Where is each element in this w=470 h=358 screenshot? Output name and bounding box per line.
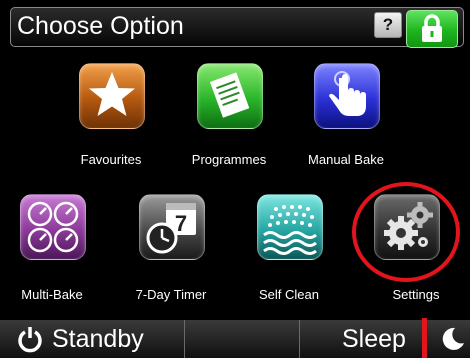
favourites-button[interactable]: [79, 63, 145, 129]
manual-bake-button[interactable]: [314, 63, 380, 129]
star-icon: [89, 72, 135, 116]
multi-bake-button[interactable]: [20, 194, 86, 260]
sleep-label: Sleep: [342, 325, 406, 353]
self-clean-label: Self Clean: [259, 287, 319, 302]
self-clean-button[interactable]: [257, 194, 323, 260]
calendar-digit: 7: [175, 211, 187, 236]
highlight-pointer-line: [422, 318, 427, 358]
standby-label: Standby: [52, 325, 144, 353]
programmes-label: Programmes: [191, 152, 267, 167]
manual-bake-label: Manual Bake: [308, 152, 384, 167]
multi-bake-label: Multi-Bake: [21, 287, 83, 302]
bottom-bar-blank-segment: [185, 320, 300, 358]
seven-day-timer-label: 7-Day Timer: [135, 287, 207, 302]
hand-pointer-icon: [329, 71, 366, 116]
lock-button[interactable]: [406, 10, 458, 48]
document-icon: [210, 72, 250, 118]
power-icon: [18, 327, 42, 353]
sleep-button[interactable]: Sleep: [300, 320, 470, 358]
help-button[interactable]: ?: [374, 12, 402, 38]
bottom-bar: Standby Sleep: [0, 320, 470, 358]
moon-icon: [442, 327, 464, 350]
standby-button[interactable]: Standby: [6, 320, 185, 358]
steam-water-icon: [263, 205, 317, 255]
programmes-button[interactable]: [197, 63, 263, 129]
page-title: Choose Option: [17, 12, 184, 40]
padlock-icon: [422, 14, 442, 42]
clock-calendar-icon: 7: [146, 203, 196, 254]
favourites-label: Favourites: [80, 152, 142, 167]
four-dials-icon: [27, 201, 79, 253]
settings-label: Settings: [392, 287, 440, 302]
seven-day-timer-button[interactable]: 7: [139, 194, 205, 260]
settings-highlight-annotation: [352, 182, 460, 282]
